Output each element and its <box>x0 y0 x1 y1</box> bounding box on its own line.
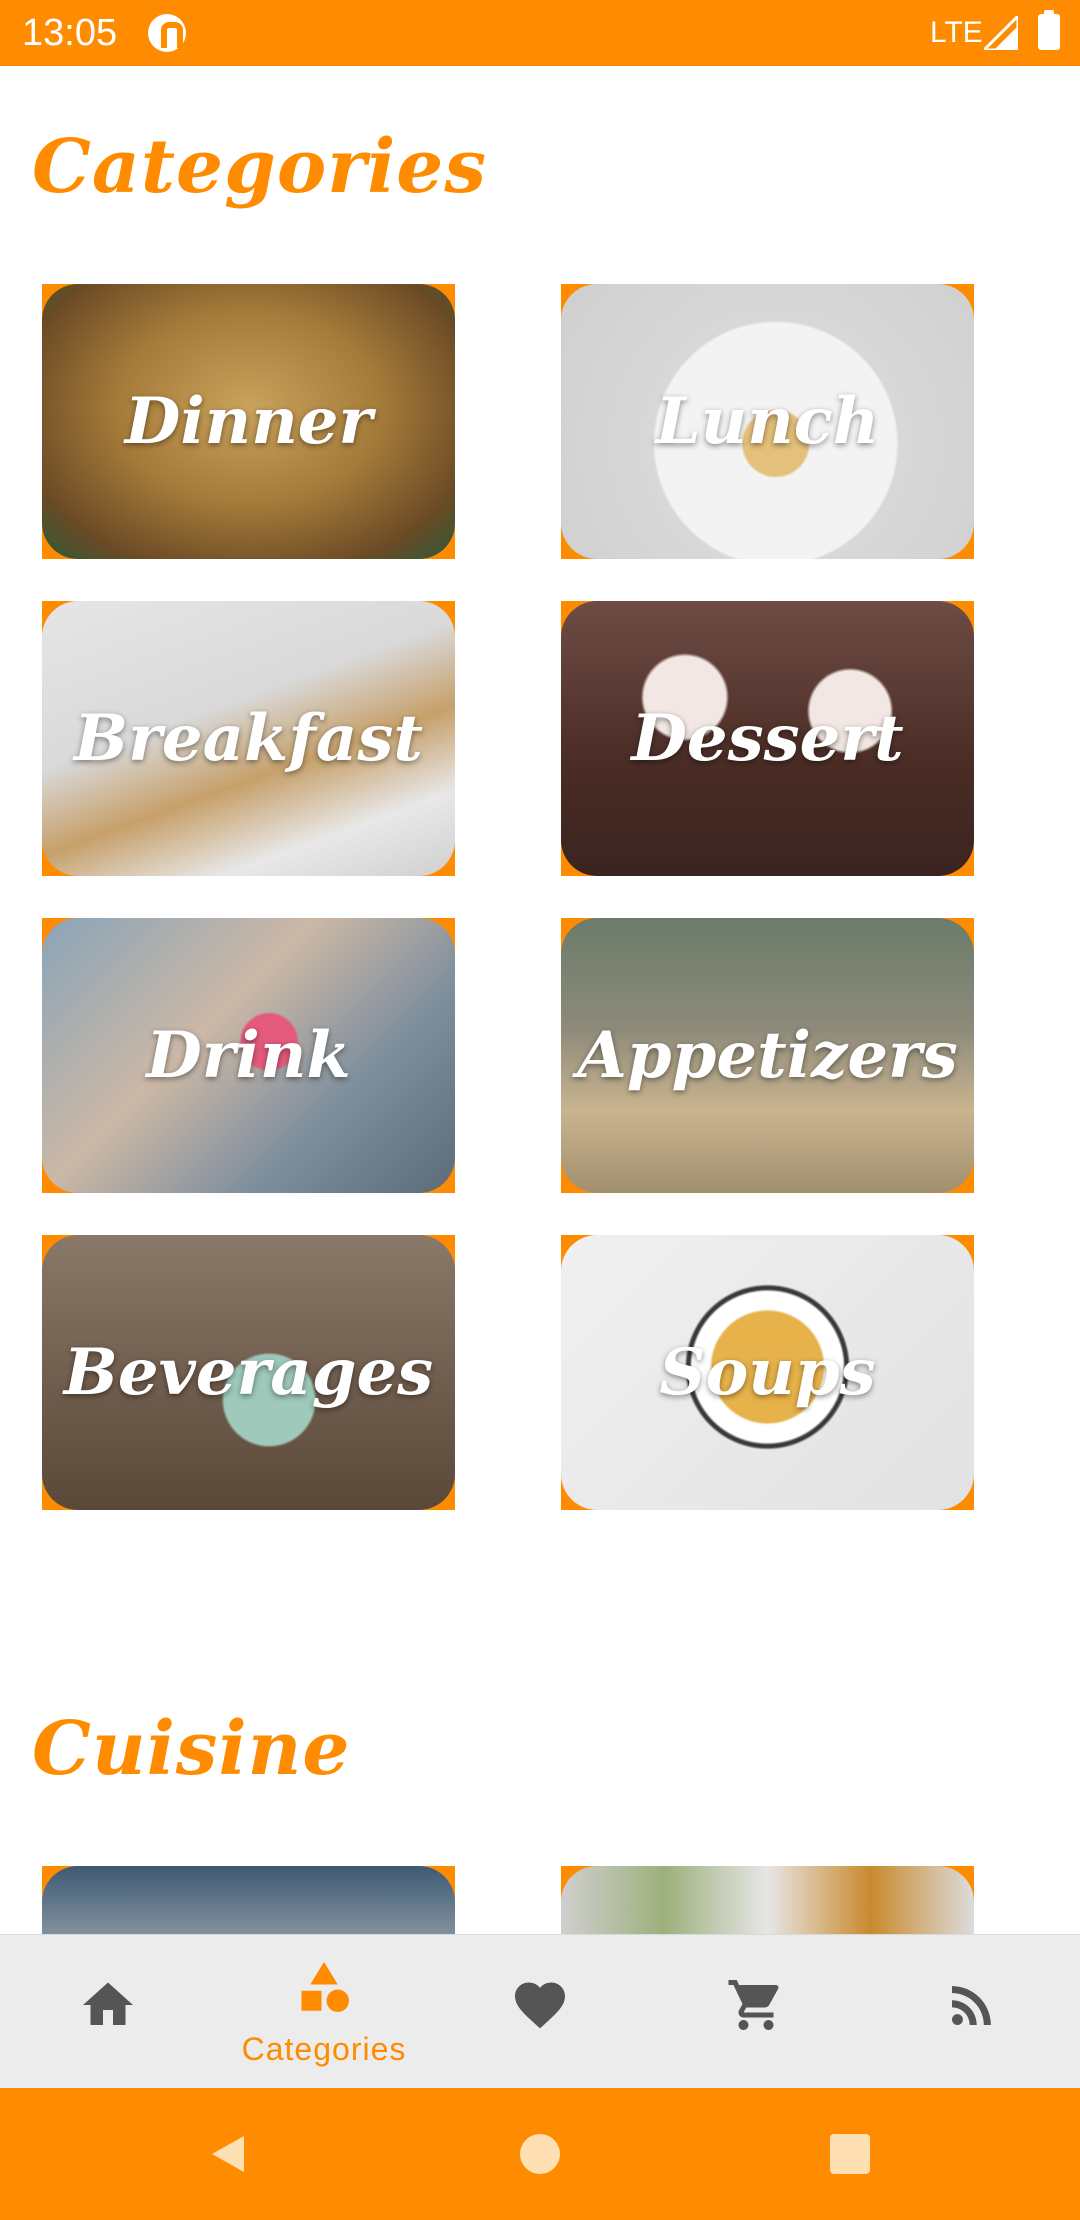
rss-icon <box>952 1986 991 2025</box>
battery-icon <box>1038 10 1060 50</box>
category-label: Lunch <box>655 384 880 459</box>
app-notification-icon <box>148 14 186 52</box>
categories-icon <box>301 1962 349 2012</box>
category-label: Drink <box>146 1018 351 1093</box>
category-label: Dessert <box>631 701 904 776</box>
nav-home[interactable] <box>0 1935 216 2089</box>
category-tile-appetizers[interactable]: Appetizers <box>561 918 974 1193</box>
network-type: LTE <box>930 16 983 49</box>
category-label: Soups <box>659 1335 876 1410</box>
category-label: Dinner <box>124 384 373 459</box>
signal-icon <box>984 16 1018 50</box>
home-button-icon[interactable] <box>516 2130 564 2178</box>
status-bar: 13:05 LTE <box>0 0 1080 66</box>
cart-icon <box>728 1980 779 2030</box>
status-time: 13:05 <box>22 12 118 54</box>
nav-categories-label: Categories <box>241 2031 407 2067</box>
category-tile-beverages[interactable]: Beverages <box>42 1235 455 1510</box>
category-tile-drink[interactable]: Drink <box>42 918 455 1193</box>
nav-cart[interactable] <box>648 1935 864 2089</box>
heart-icon <box>515 1982 565 2029</box>
cuisine-heading: Cuisine <box>32 1706 351 1792</box>
category-tile-lunch[interactable]: Lunch <box>561 284 974 559</box>
category-tile-dessert[interactable]: Dessert <box>561 601 974 876</box>
category-tile-soups[interactable]: Soups <box>561 1235 974 1510</box>
bottom-navigation: Categories <box>0 1934 1080 2088</box>
home-icon <box>83 1982 133 2025</box>
category-label: Appetizers <box>577 1018 958 1093</box>
recent-apps-icon[interactable] <box>826 2130 874 2178</box>
nav-feed[interactable] <box>864 1935 1080 2089</box>
category-tile-breakfast[interactable]: Breakfast <box>42 601 455 876</box>
back-icon[interactable] <box>204 2130 252 2178</box>
system-navigation-bar <box>0 2088 1080 2220</box>
nav-categories[interactable]: Categories <box>216 1935 432 2089</box>
category-label: Breakfast <box>74 701 423 776</box>
nav-favorites[interactable] <box>432 1935 648 2089</box>
category-label: Beverages <box>63 1335 434 1410</box>
categories-heading: Categories <box>32 124 488 210</box>
category-tile-dinner[interactable]: Dinner <box>42 284 455 559</box>
